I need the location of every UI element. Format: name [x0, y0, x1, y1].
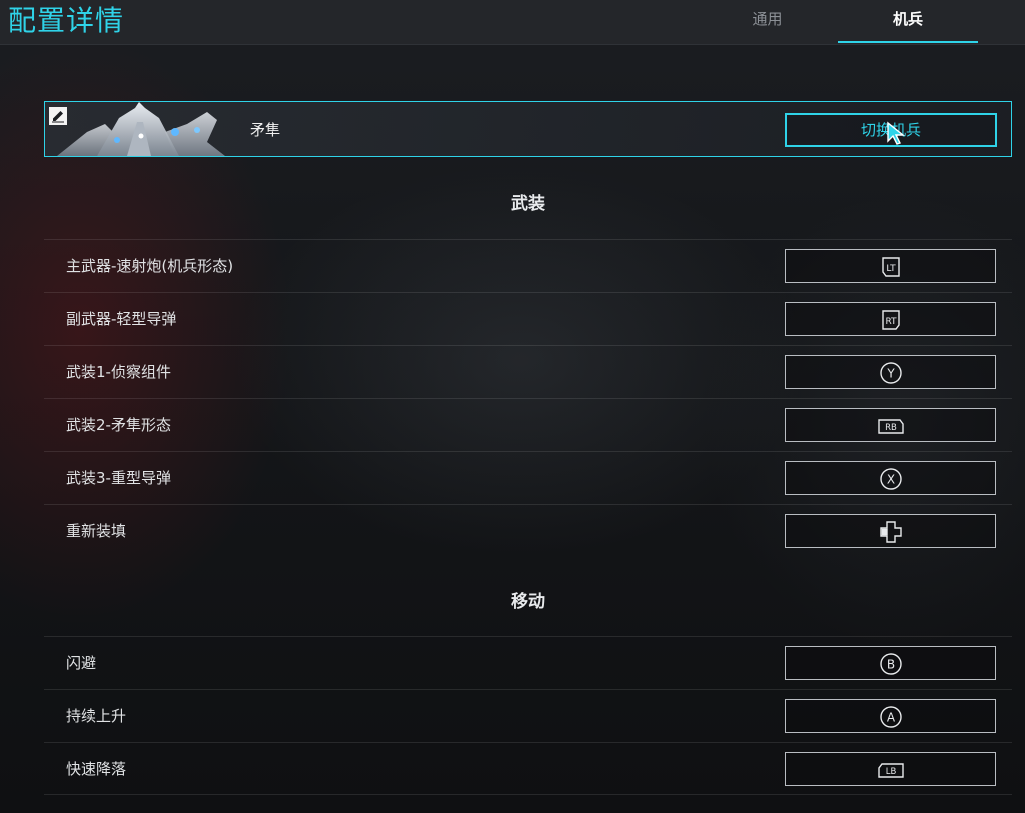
edit-icon[interactable] [49, 107, 67, 125]
binding-button-x[interactable]: X [785, 461, 996, 495]
binding-row: 武装1-侦察组件 Y [44, 345, 1012, 397]
svg-text:B: B [887, 658, 895, 672]
binding-button-lb[interactable]: LB [785, 752, 996, 786]
svg-text:X: X [887, 473, 895, 487]
rb-bumper-icon: RB [878, 419, 904, 434]
section-title-armament: 武装 [511, 194, 545, 214]
binding-row: 武装2-矛隼形态 RB [44, 398, 1012, 450]
binding-label: 副武器-轻型导弹 [66, 310, 177, 328]
binding-button-y[interactable]: Y [785, 355, 996, 389]
list-bottom-divider [44, 794, 1012, 795]
tab-mech[interactable]: 机兵 [838, 0, 978, 43]
binding-row: 武装3-重型导弹 X [44, 451, 1012, 503]
section-title-movement: 移动 [511, 592, 545, 612]
svg-text:RT: RT [885, 317, 897, 327]
x-button-icon: X [880, 468, 902, 490]
binding-row: 主武器-速射炮(机兵形态) LT [44, 239, 1012, 291]
binding-label: 重新装填 [66, 522, 127, 540]
top-bar: 配置详情 通用 机兵 [0, 0, 1025, 45]
binding-row: 持续上升 A [44, 689, 1012, 741]
y-button-icon: Y [880, 362, 902, 384]
binding-label: 主武器-速射炮(机兵形态) [66, 257, 234, 275]
svg-text:A: A [887, 711, 896, 725]
binding-button-a[interactable]: A [785, 699, 996, 733]
binding-button-rt[interactable]: RT [785, 302, 996, 336]
binding-button-dpad-left[interactable] [785, 514, 996, 548]
a-button-icon: A [880, 706, 902, 728]
rt-trigger-icon: RT [882, 310, 900, 330]
lb-bumper-icon: LB [878, 763, 904, 778]
binding-label: 快速降落 [66, 760, 127, 778]
tab-general[interactable]: 通用 [700, 0, 835, 43]
binding-label: 武装1-侦察组件 [66, 363, 171, 381]
page-title: 配置详情 [8, 4, 125, 37]
binding-button-lt[interactable]: LT [785, 249, 996, 283]
svg-text:LT: LT [886, 264, 896, 274]
mech-name: 矛隼 [250, 121, 281, 139]
binding-label: 武装2-矛隼形态 [66, 416, 171, 434]
binding-row: 闪避 B [44, 636, 1012, 688]
svg-text:LB: LB [886, 767, 897, 777]
svg-text:Y: Y [886, 367, 895, 381]
binding-label: 闪避 [66, 654, 97, 672]
binding-label: 武装3-重型导弹 [66, 469, 171, 487]
binding-row: 快速降落 LB [44, 742, 1012, 794]
binding-button-b[interactable]: B [785, 646, 996, 680]
mouse-cursor-icon [887, 121, 905, 145]
dpad-left-icon [880, 521, 902, 543]
mech-card: 矛隼 切换机兵 [44, 101, 1012, 157]
binding-button-rb[interactable]: RB [785, 408, 996, 442]
binding-row: 副武器-轻型导弹 RT [44, 292, 1012, 344]
mech-thumbnail [57, 102, 225, 156]
binding-row: 重新装填 [44, 504, 1012, 556]
binding-label: 持续上升 [66, 707, 127, 725]
svg-text:RB: RB [885, 423, 897, 433]
b-button-icon: B [880, 653, 902, 675]
lt-trigger-icon: LT [882, 257, 900, 277]
